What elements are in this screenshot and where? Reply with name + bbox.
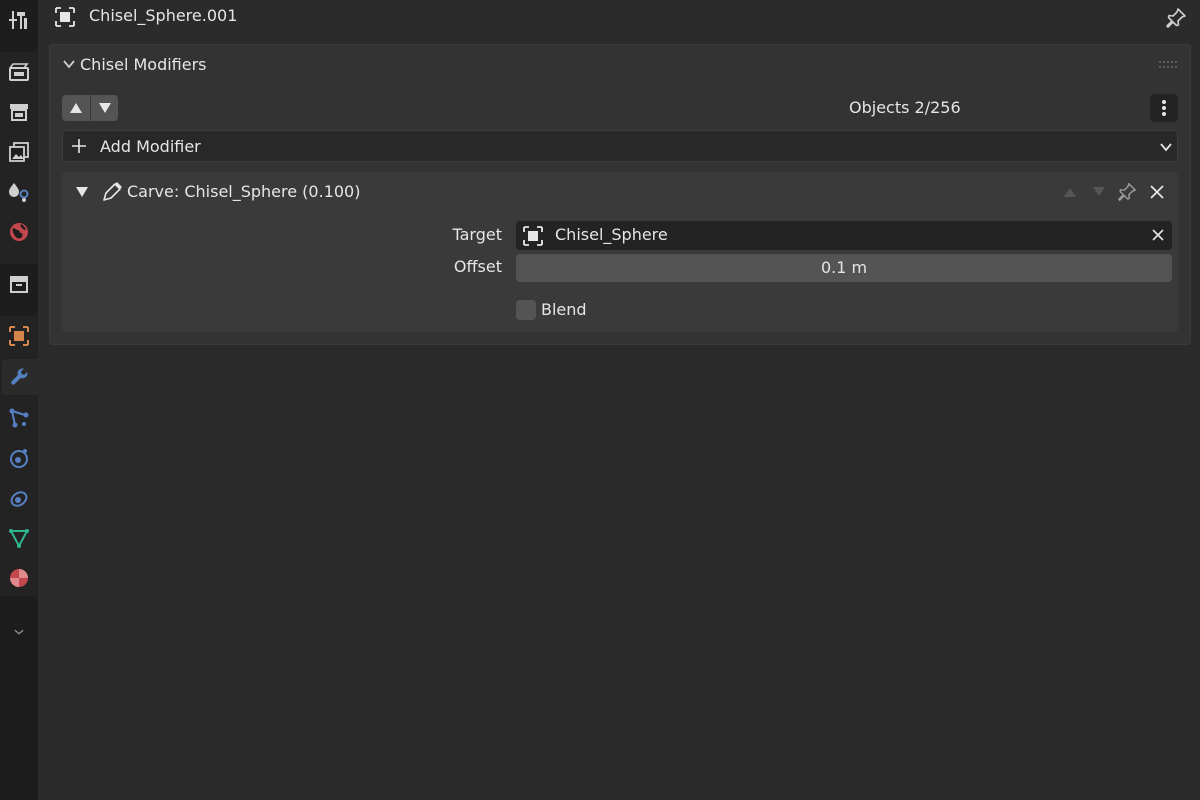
object-icon [9, 326, 29, 346]
offset-value: 0.1 m [820, 258, 868, 277]
tab-constraints[interactable] [0, 480, 38, 516]
tab-physics[interactable] [0, 440, 38, 476]
object-data-icon [55, 7, 75, 27]
modifier-name: Carve: Chisel_Sphere (0.100) [127, 182, 361, 201]
carve-modifier-panel: Carve: Chisel_Sphere (0.100) Target Chis… [62, 172, 1178, 332]
collapse-triangle-icon[interactable] [75, 185, 89, 199]
tab-material[interactable] [0, 560, 38, 596]
blend-checkbox[interactable] [516, 300, 536, 320]
tab-object[interactable] [0, 318, 38, 354]
properties-header: Chisel_Sphere.001 [38, 0, 1200, 34]
panel-header[interactable]: Chisel Modifiers [50, 45, 1190, 83]
chisel-icon [103, 182, 122, 201]
target-field[interactable]: Chisel_Sphere [516, 221, 1172, 250]
view-layer-icon [9, 142, 29, 162]
tab-data[interactable] [0, 520, 38, 556]
chevron-down-icon [1160, 143, 1172, 152]
tab-particles[interactable] [0, 400, 38, 436]
wrench-icon [11, 368, 28, 385]
add-modifier-dropdown[interactable]: Add Modifier [62, 130, 1178, 162]
offset-label: Offset [453, 257, 502, 276]
object-name: Chisel_Sphere.001 [89, 6, 238, 25]
tab-world[interactable] [0, 214, 38, 250]
objects-count: Objects 2/256 [849, 98, 961, 117]
properties-tab-strip [0, 0, 38, 800]
pin-icon[interactable] [1164, 6, 1188, 30]
close-icon [1150, 185, 1164, 199]
vertical-dots-icon [1162, 100, 1166, 116]
render-icon [9, 63, 29, 81]
scene-icon [9, 183, 29, 202]
constraints-icon [10, 491, 28, 507]
drag-handle-icon[interactable] [1158, 60, 1178, 70]
tab-expand[interactable] [0, 614, 38, 650]
tab-collection[interactable] [0, 266, 38, 302]
move-buttons [62, 95, 118, 121]
pin-icon [1118, 183, 1136, 201]
offset-field[interactable]: 0.1 m [516, 254, 1172, 282]
target-value: Chisel_Sphere [555, 225, 668, 244]
triangle-up-icon [70, 103, 82, 113]
world-icon [10, 223, 28, 241]
tab-output[interactable] [0, 94, 38, 130]
material-icon [10, 569, 28, 587]
tab-modifiers[interactable] [2, 359, 38, 395]
object-data-icon [523, 226, 543, 246]
chevron-down-icon[interactable] [62, 57, 76, 71]
properties-editor: Chisel_Sphere.001 Chisel Modifiers Objec… [0, 0, 1200, 800]
target-label: Target [452, 225, 503, 244]
add-modifier-label: Add Modifier [100, 137, 201, 156]
move-up-button[interactable] [62, 95, 90, 121]
modifier-move-down-button[interactable] [1087, 180, 1111, 204]
collection-icon [10, 276, 28, 293]
blend-label[interactable]: Blend [541, 300, 587, 319]
tab-render[interactable] [0, 54, 38, 90]
chisel-modifiers-panel: Chisel Modifiers Objects 2/256 Add Modif… [49, 44, 1191, 345]
move-down-button[interactable] [90, 95, 118, 121]
modifier-move-up-button[interactable] [1058, 180, 1082, 204]
plus-icon [72, 139, 86, 153]
tab-scene[interactable] [0, 174, 38, 210]
triangle-up-icon [1064, 188, 1076, 197]
triangle-down-icon [98, 103, 111, 113]
mesh-data-icon [9, 529, 29, 549]
modifier-remove-button[interactable] [1145, 180, 1169, 204]
particles-icon [9, 408, 29, 428]
more-options-button[interactable] [1150, 94, 1178, 122]
panel-title: Chisel Modifiers [80, 55, 207, 74]
tab-tool[interactable] [0, 2, 38, 38]
tool-icon [9, 11, 27, 29]
tab-view-layer[interactable] [0, 134, 38, 170]
output-icon [10, 104, 28, 121]
triangle-down-icon [1093, 187, 1105, 196]
chevron-down-icon [14, 629, 24, 635]
physics-icon [10, 449, 28, 468]
close-icon[interactable] [1150, 227, 1166, 243]
modifier-pin-button[interactable] [1115, 180, 1139, 204]
